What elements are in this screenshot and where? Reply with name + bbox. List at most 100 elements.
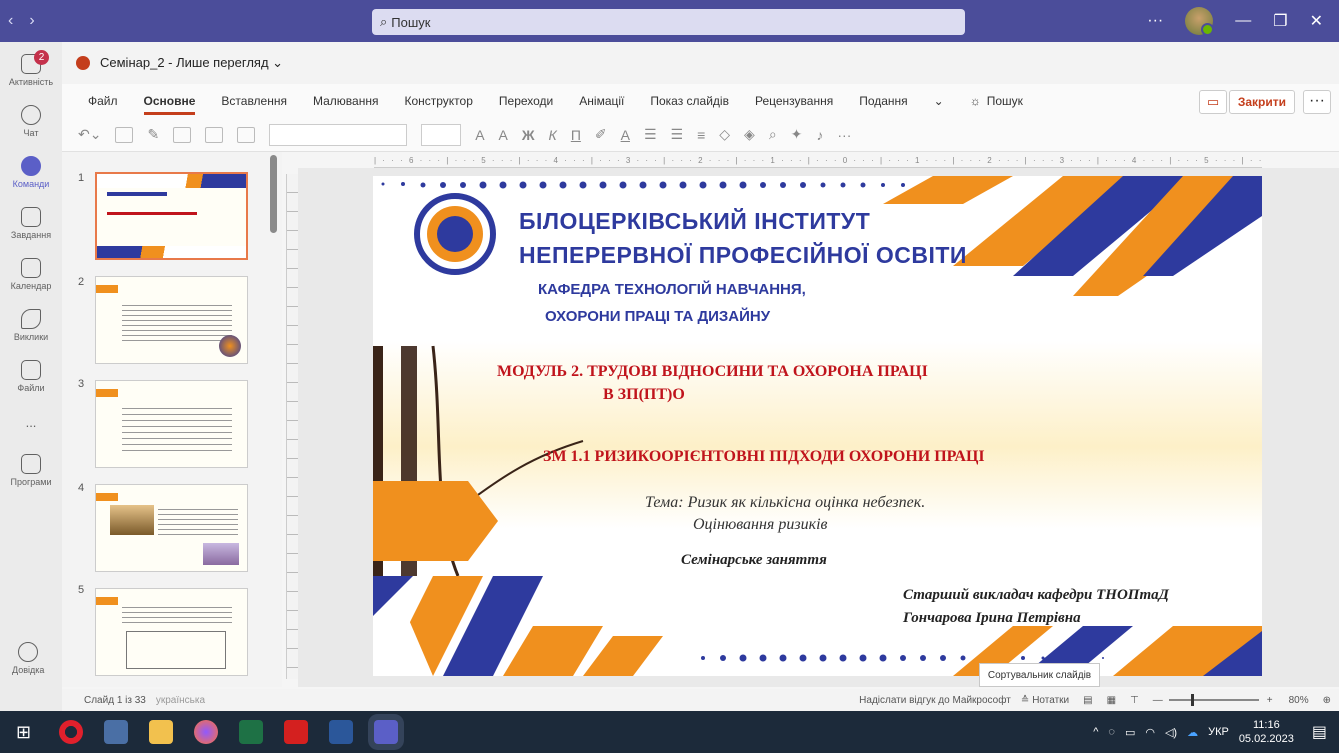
teams-icon[interactable]: [374, 720, 399, 744]
align-icon[interactable]: ≡: [697, 127, 705, 143]
tell-me-search[interactable]: Пошук: [987, 94, 1023, 108]
slide-thumbnail-1[interactable]: [95, 172, 248, 260]
back-button[interactable]: ‹: [0, 12, 21, 30]
underline-icon[interactable]: П: [571, 127, 581, 143]
notes-button[interactable]: Нотатки: [1032, 695, 1069, 706]
fill-icon[interactable]: ◈: [744, 126, 755, 143]
reading-view-icon[interactable]: ⊤: [1130, 695, 1139, 706]
zoom-out-icon[interactable]: —: [1153, 695, 1163, 706]
clock[interactable]: 11:16 05.02.2023: [1239, 718, 1294, 746]
tab-view[interactable]: Подання: [859, 94, 907, 108]
slide[interactable]: БІЛОЦЕРКІВСЬКИЙ ІНСТИТУТ НЕПЕРЕРВНОЇ ПРО…: [373, 176, 1262, 676]
input-language[interactable]: УКР: [1208, 726, 1229, 738]
tab-animations[interactable]: Анімації: [579, 94, 624, 108]
rail-item-calls[interactable]: Виклики: [0, 309, 62, 342]
minimize-icon[interactable]: —: [1235, 12, 1251, 30]
language-indicator[interactable]: українська: [156, 695, 205, 706]
numbering-icon[interactable]: ☰: [671, 126, 684, 143]
font-shrink-icon[interactable]: A: [499, 127, 508, 143]
thumb-image: [203, 543, 239, 565]
paste-icon[interactable]: [115, 126, 134, 143]
feedback-link[interactable]: Надіслати відгук до Майкрософт: [859, 695, 1011, 706]
designer-icon[interactable]: ✦: [791, 126, 803, 143]
forward-button[interactable]: ›: [21, 12, 42, 30]
battery-icon[interactable]: ▭: [1125, 726, 1135, 739]
volume-icon[interactable]: ◁): [1165, 726, 1177, 739]
opera-icon[interactable]: [59, 720, 84, 744]
firefox-icon[interactable]: [194, 720, 219, 744]
undo-icon[interactable]: ↶⌄: [78, 126, 101, 143]
close-icon[interactable]: ✕: [1310, 11, 1323, 31]
acrobat-icon[interactable]: [284, 720, 309, 744]
notes-icon[interactable]: ≙: [1021, 695, 1029, 706]
layout-icon[interactable]: [205, 126, 224, 143]
section-icon[interactable]: [237, 126, 256, 143]
tab-slideshow[interactable]: Показ слайдів: [650, 94, 729, 108]
search-icon: ⌕: [380, 14, 388, 29]
rail-item-activity[interactable]: 2 Активність: [0, 50, 62, 87]
tab-dropdown[interactable]: ⌄: [934, 94, 944, 108]
maximize-icon[interactable]: ❐: [1273, 11, 1287, 31]
excel-icon[interactable]: [239, 720, 264, 744]
zoom-level[interactable]: 80%: [1289, 695, 1309, 706]
meet-now-icon[interactable]: ◌: [1108, 726, 1115, 738]
search-input[interactable]: ⌕ Пошук: [372, 9, 965, 35]
tab-file[interactable]: Файл: [88, 94, 118, 108]
rail-item-assignments[interactable]: Завдання: [0, 207, 62, 240]
bold-icon[interactable]: Ж: [522, 127, 535, 143]
slide-thumbnail-5[interactable]: [95, 588, 248, 676]
slide-thumbnail-2[interactable]: [95, 276, 248, 364]
normal-view-icon[interactable]: ▤: [1083, 695, 1092, 706]
word-icon[interactable]: [329, 720, 354, 744]
ribbon-more-button[interactable]: ···: [1303, 90, 1331, 114]
tab-draw[interactable]: Малювання: [313, 94, 378, 108]
file-explorer-icon[interactable]: [149, 720, 174, 744]
rail-item-help[interactable]: Довідка: [12, 642, 44, 675]
dictate-icon[interactable]: ♪: [816, 127, 823, 143]
new-slide-icon[interactable]: [173, 126, 192, 143]
font-size-box[interactable]: [421, 123, 462, 146]
slide-thumbnail-4[interactable]: [95, 484, 248, 572]
rail-item-calendar[interactable]: Календар: [0, 258, 62, 291]
rail-item-teams[interactable]: Команди: [0, 156, 62, 189]
font-grow-icon[interactable]: A: [475, 127, 484, 143]
calculator-icon[interactable]: [104, 720, 129, 744]
format-painter-icon[interactable]: ✎: [147, 126, 159, 143]
avatar[interactable]: [1185, 7, 1215, 36]
wifi-icon[interactable]: ◠: [1145, 726, 1155, 739]
rail-item-chat[interactable]: Чат: [0, 105, 62, 138]
tab-review[interactable]: Рецензування: [755, 94, 833, 108]
windows-start-icon[interactable]: ⊞: [16, 722, 31, 743]
font-name-box[interactable]: [269, 123, 408, 146]
rail-item-apps[interactable]: Програми: [0, 454, 62, 487]
zoom-slider[interactable]: [1168, 694, 1259, 706]
find-icon[interactable]: ⌕: [769, 126, 777, 143]
thumbnail-scrollbar[interactable]: [270, 155, 277, 233]
fit-to-window-icon[interactable]: ⊕: [1323, 695, 1331, 706]
comments-button[interactable]: ▭: [1199, 90, 1227, 114]
rail-item-more[interactable]: ...: [0, 415, 62, 430]
rail-label: Активність: [8, 77, 54, 87]
highlight-icon[interactable]: ✐: [595, 126, 607, 143]
more-icon[interactable]: ···: [1147, 12, 1163, 30]
onedrive-icon[interactable]: ☁: [1187, 726, 1198, 739]
bullets-icon[interactable]: ☰: [644, 126, 657, 143]
ribbon-toolbar: ↶⌄ ✎ A A Ж К П ✐ A ☰ ☰ ≡ ◇ ◈ ⌕ ✦ ♪ ···: [62, 118, 1339, 152]
tab-home[interactable]: Основне: [143, 94, 196, 115]
zoom-in-icon[interactable]: +: [1267, 695, 1273, 706]
toolbar-more-icon[interactable]: ···: [837, 127, 851, 143]
tab-insert[interactable]: Вставлення: [221, 94, 287, 108]
document-title[interactable]: Семінар_2 - Лише перегляд ⌄: [100, 55, 283, 71]
font-color-icon[interactable]: A: [621, 127, 630, 143]
tab-design[interactable]: Конструктор: [404, 94, 472, 108]
italic-icon[interactable]: К: [549, 127, 557, 143]
notifications-icon[interactable]: ▤: [1312, 722, 1327, 742]
zoom-thumb[interactable]: [1190, 694, 1194, 706]
slide-sorter-icon[interactable]: ▦: [1107, 695, 1116, 706]
rail-item-files[interactable]: Файли: [0, 360, 62, 393]
close-button[interactable]: Закрити: [1228, 90, 1295, 114]
slide-thumbnail-3[interactable]: [95, 380, 248, 468]
shapes-icon[interactable]: ◇: [719, 126, 730, 143]
chevron-up-icon[interactable]: ^: [1093, 726, 1098, 738]
tab-transitions[interactable]: Переходи: [499, 94, 553, 108]
